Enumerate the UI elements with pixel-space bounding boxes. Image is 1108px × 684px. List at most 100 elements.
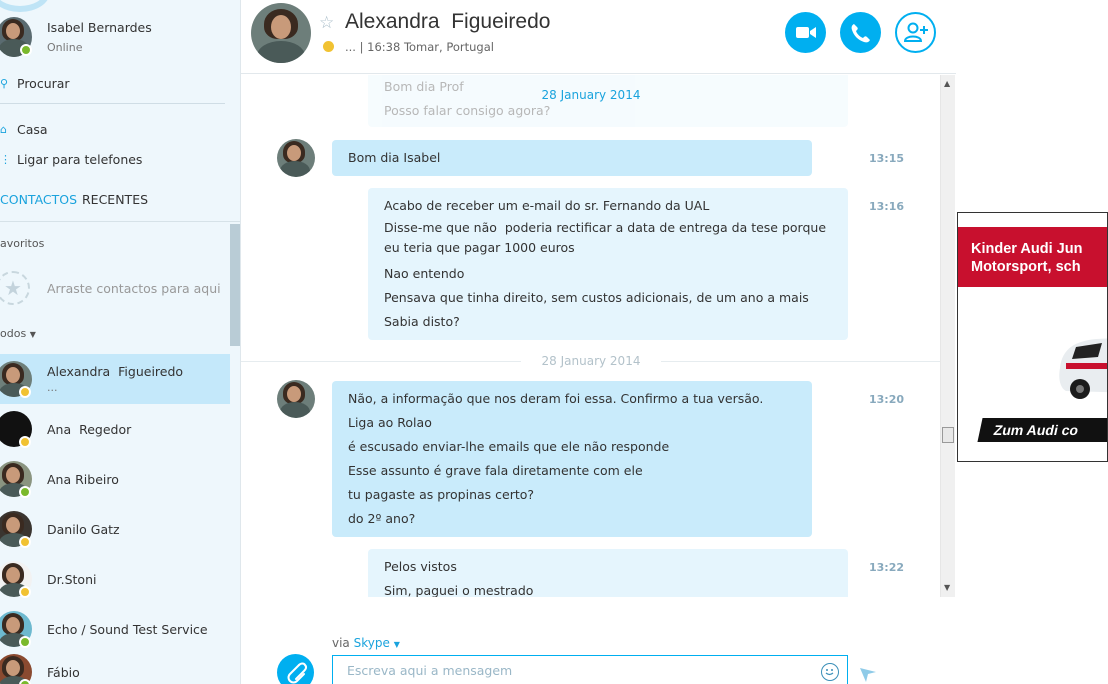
message-line: Sabia disto?	[384, 314, 460, 329]
message-input[interactable]	[347, 663, 807, 678]
advertisement[interactable]: Kinder Audi Jun Motorsport, sch Zum Audi…	[957, 212, 1108, 462]
emoticon-icon[interactable]	[821, 663, 839, 681]
contact-item[interactable]: Danilo Gatz	[0, 504, 230, 554]
compose-area: via Skype ▼	[241, 597, 956, 684]
message-line: Acabo de receber um e-mail do sr. Fernan…	[384, 198, 710, 213]
message-line: Disse-me que não poderia rectificar a da…	[384, 220, 827, 235]
contact-mood: ...	[47, 381, 58, 394]
my-status-icon	[20, 44, 32, 56]
message-line: Liga ao Rolao	[348, 415, 432, 430]
contact-name: Fábio	[47, 665, 80, 680]
message-line: é escusado enviar-lhe emails que ele não…	[348, 439, 670, 454]
via-prefix: via	[332, 636, 354, 650]
via-service: Skype	[353, 636, 390, 650]
nav-home-label: Casa	[17, 122, 48, 137]
contact-name: Alexandra Figueiredo	[47, 364, 184, 379]
favorites-header: avoritos	[0, 237, 45, 250]
via-service-selector[interactable]: via Skype ▼	[332, 636, 400, 650]
message-bubble[interactable]: Acabo de receber um e-mail do sr. Fernan…	[368, 188, 848, 340]
message-input-box[interactable]	[332, 655, 848, 684]
message-time: 13:15	[869, 152, 905, 165]
paperclip-icon	[287, 662, 308, 684]
contact-item[interactable]: Alexandra Figueiredo...	[0, 354, 230, 404]
message-line: Pelos vistos	[384, 559, 457, 574]
message-line: Nao entendo	[384, 266, 465, 281]
tab-contacts[interactable]: CONTACTOS	[0, 192, 77, 207]
contact-status-icon	[19, 536, 31, 548]
my-presence[interactable]: Online	[47, 41, 82, 54]
message-time: 13:16	[869, 200, 905, 213]
contact-status-icon	[19, 679, 31, 684]
contact-status-icon	[19, 436, 31, 448]
race-car-image	[1059, 338, 1107, 399]
message-scrollbar[interactable]: ▲ ▼	[940, 75, 955, 597]
conversation-pane: ☆ Alexandra Figueiredo ... | 16:38 Tomar…	[241, 0, 956, 684]
contact-name: Echo / Sound Test Service	[47, 622, 208, 637]
contact-status-icon	[19, 386, 31, 398]
nav-home[interactable]: ⌂ Casa	[0, 122, 230, 140]
contact-list-scrollbar[interactable]	[230, 224, 240, 346]
message-time: 13:20	[869, 393, 905, 406]
peer-name[interactable]: Alexandra Figueiredo	[345, 10, 550, 34]
voice-call-button[interactable]	[840, 12, 881, 53]
ad-headline-line: Motorsport, sch	[971, 259, 1081, 275]
favorite-star-icon[interactable]: ☆	[319, 13, 334, 33]
dialpad-icon: ⋮	[0, 153, 11, 166]
nav-search[interactable]: ⚲ Procurar	[0, 76, 230, 94]
contact-name: Danilo Gatz	[47, 522, 120, 537]
date-separator: 28 January 2014	[541, 354, 641, 368]
message-history[interactable]: Bom dia Prof Posso falar consigo agora? …	[241, 75, 941, 597]
home-icon: ⌂	[0, 123, 7, 136]
nav-call-phones[interactable]: ⋮ Ligar para telefones	[0, 152, 230, 170]
contact-status-icon	[19, 486, 31, 498]
sender-avatar[interactable]	[277, 380, 315, 418]
contact-item[interactable]: Ana Regedor	[0, 404, 230, 454]
video-camera-icon	[796, 27, 816, 38]
contact-name: Dr.Stoni	[47, 572, 97, 587]
conversation-header: ☆ Alexandra Figueiredo ... | 16:38 Tomar…	[241, 0, 956, 74]
send-icon[interactable]	[858, 664, 878, 684]
tab-recent[interactable]: RECENTES	[82, 192, 148, 207]
peer-avatar[interactable]	[251, 3, 311, 63]
tabs-divider	[0, 221, 240, 222]
message-bubble[interactable]: Bom dia Isabel	[332, 140, 812, 176]
message-bubble[interactable]: Pelos vistos Sim, paguei o mestrado	[368, 549, 848, 597]
message-bubble[interactable]: Não, a informação que nos deram foi essa…	[332, 381, 812, 537]
contact-status-icon	[19, 586, 31, 598]
all-contacts-label: odos	[0, 327, 27, 340]
sidebar: Isabel Bernardes Online ⚲ Procurar ⌂ Cas…	[0, 0, 241, 684]
message-line: Sim, paguei o mestrado	[384, 583, 534, 597]
scroll-up-arrow-icon[interactable]: ▲	[944, 79, 950, 88]
sender-avatar[interactable]	[277, 139, 315, 177]
date-separator: 28 January 2014	[541, 88, 641, 102]
message-line: Bom dia Isabel	[348, 150, 441, 165]
message-time: 13:22	[869, 561, 905, 574]
peer-subtitle: ... | 16:38 Tomar, Portugal	[345, 40, 494, 54]
all-contacts-header[interactable]: odos ▼	[0, 327, 36, 340]
favorites-drop-hint: Arraste contactos para aqui	[47, 281, 221, 296]
message-line: Posso falar consigo agora?	[384, 103, 551, 118]
away-clock-icon	[323, 41, 334, 52]
chevron-down-icon: ▼	[393, 640, 400, 649]
contact-tabs: CONTACTOS RECENTES	[0, 192, 230, 214]
search-icon: ⚲	[0, 77, 9, 90]
scroll-down-arrow-icon[interactable]: ▼	[944, 583, 950, 592]
contact-item[interactable]: Fábio	[0, 647, 230, 684]
logo-swirl	[0, 0, 50, 12]
add-people-button[interactable]	[895, 12, 936, 53]
ad-cta-button[interactable]: Zum Audi co	[977, 418, 1107, 442]
message-line: Pensava que tinha direito, sem custos ad…	[384, 290, 809, 305]
chevron-down-icon: ▼	[29, 330, 36, 339]
message-line: Esse assunto é grave fala diretamente co…	[348, 463, 643, 478]
scrollbar-thumb[interactable]	[942, 427, 954, 443]
star-icon: ★	[0, 271, 30, 305]
sidebar-divider	[0, 103, 225, 104]
contact-item[interactable]: Ana Ribeiro	[0, 454, 230, 504]
my-name[interactable]: Isabel Bernardes	[47, 20, 152, 35]
attach-button[interactable]	[277, 654, 314, 684]
message-line: tu pagaste as propinas certo?	[348, 487, 535, 502]
contact-item[interactable]: Dr.Stoni	[0, 554, 230, 604]
phone-icon	[851, 24, 870, 43]
contact-name: Ana Regedor	[47, 422, 132, 437]
video-call-button[interactable]	[785, 12, 826, 53]
